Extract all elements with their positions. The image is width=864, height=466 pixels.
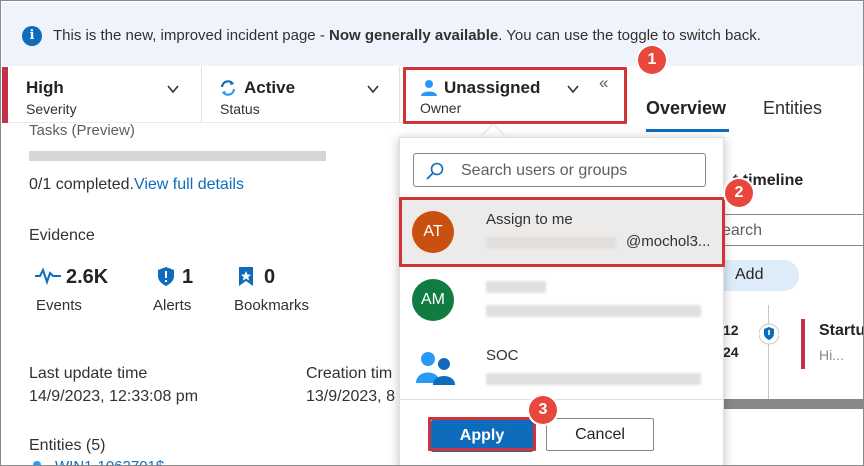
callout-badge: 2 xyxy=(725,179,753,207)
shield-icon xyxy=(158,267,174,286)
dropdown-pointer xyxy=(481,125,505,137)
timeline-search-input[interactable]: earch xyxy=(717,214,863,246)
events-count: 2.6K xyxy=(66,266,109,288)
bookmark-icon xyxy=(239,267,253,286)
highlight-owner xyxy=(403,67,627,124)
incident-page: i This is the new, improved incident pag… xyxy=(0,0,864,466)
tab-active-indicator xyxy=(646,129,729,132)
alerts-label: Alerts xyxy=(153,297,192,314)
severity-label: Severity xyxy=(26,101,77,117)
last-update-label: Last update time xyxy=(29,365,148,382)
entities-label: Entities (5) xyxy=(29,437,106,454)
divider xyxy=(399,67,400,123)
callout-badge: 3 xyxy=(529,396,557,424)
scrollbar[interactable] xyxy=(701,399,863,409)
option-name: SOC xyxy=(486,347,519,364)
chevron-down-icon xyxy=(367,85,379,94)
creation-time-label: Creation tim xyxy=(306,365,393,382)
redacted-email xyxy=(486,373,701,385)
entity-link[interactable]: WIN1-1062701$ xyxy=(55,458,164,465)
search-icon xyxy=(426,162,444,180)
divider xyxy=(400,399,723,400)
info-icon: i xyxy=(22,26,42,46)
creation-time-value: 13/9/2023, 8 xyxy=(306,388,395,405)
chevron-down-icon xyxy=(167,85,179,94)
last-update-value: 14/9/2023, 12:33:08 pm xyxy=(29,388,199,405)
callout-badge: 1 xyxy=(638,46,666,74)
add-label: Add xyxy=(735,266,764,283)
tasks-completed: 0/1 completed.View full details xyxy=(29,176,244,193)
group-icon xyxy=(416,352,455,385)
bookmarks-label: Bookmarks xyxy=(234,297,310,314)
banner-message: This is the new, improved incident page … xyxy=(53,27,761,44)
search-placeholder: Search users or groups xyxy=(461,162,628,179)
owner-option-soc[interactable]: SOC xyxy=(400,337,723,407)
timeline-line xyxy=(768,305,769,399)
highlight-apply xyxy=(428,417,536,451)
alerts-count: 1 xyxy=(182,266,194,288)
pulse-icon xyxy=(35,267,61,285)
refresh-icon xyxy=(220,80,236,96)
tab-entities[interactable]: Entities xyxy=(763,98,822,119)
avatar: AM xyxy=(412,279,454,321)
info-banner: i This is the new, improved incident pag… xyxy=(2,2,863,66)
tab-overview[interactable]: Overview xyxy=(646,98,726,119)
alert-shield-icon xyxy=(759,323,779,345)
event-title[interactable]: Startu xyxy=(819,322,863,340)
redacted-email xyxy=(486,305,701,317)
tasks-label: Tasks (Preview) xyxy=(29,122,135,139)
events-label: Events xyxy=(36,297,82,314)
owner-option-user[interactable]: AM xyxy=(400,267,723,337)
owner-search-input[interactable]: Search users or groups xyxy=(413,153,706,187)
event-severity-bar xyxy=(801,319,805,369)
severity-dropdown[interactable]: High Severity xyxy=(8,67,201,123)
status-label: Status xyxy=(220,101,260,117)
redacted-name xyxy=(486,281,546,293)
status-value: Active xyxy=(244,78,296,97)
evidence-label: Evidence xyxy=(29,227,95,244)
bookmarks-count: 0 xyxy=(264,266,276,288)
tasks-progress-bar xyxy=(29,151,326,161)
event-date-day: 12 xyxy=(723,322,739,338)
severity-value: High xyxy=(26,78,64,97)
status-dropdown[interactable]: Active Status xyxy=(202,67,399,123)
event-subtitle: Hi... xyxy=(819,347,844,363)
event-date-year: 24 xyxy=(723,344,739,360)
entity-icon xyxy=(33,461,41,465)
cancel-button[interactable]: Cancel xyxy=(546,418,654,451)
highlight-assign-to-me xyxy=(399,197,725,267)
view-full-details-link[interactable]: View full details xyxy=(134,176,244,193)
